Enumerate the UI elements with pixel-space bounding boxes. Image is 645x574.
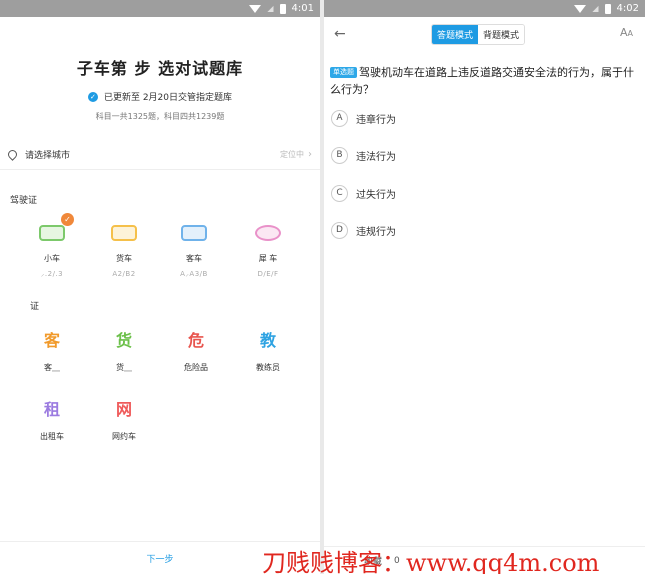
cert-glyph: 危 — [187, 331, 204, 350]
option-d[interactable]: D 违规行为 — [331, 222, 396, 239]
cert-glyph: 客 — [43, 331, 60, 350]
wifi-icon — [249, 4, 262, 13]
update-notice: ✓ 已更新至 2月20日交管指定题库 — [0, 90, 320, 103]
battery-icon — [279, 3, 286, 14]
vehicle-code: A⸝A3/B — [180, 270, 208, 278]
motorcycle-icon — [255, 225, 281, 241]
mode-toggle: 答题模式 背题模式 — [431, 24, 526, 45]
cert-glyph: 教 — [259, 331, 276, 350]
signal-icon: ◢ — [592, 4, 599, 13]
truck-icon — [111, 225, 137, 241]
question-text-block: 单选题 驾驶机动车在道路上违反道路交通安全法的行为，属于什么行为？ — [330, 64, 636, 98]
option-letter: A — [331, 110, 348, 127]
location-status: 定位中 — [280, 150, 304, 159]
cert-freight[interactable]: 货 货⸏ — [94, 330, 154, 373]
option-text: 过失行为 — [356, 190, 396, 201]
status-time: 4:01 — [291, 3, 314, 14]
bus-icon — [181, 225, 207, 241]
option-letter: C — [331, 185, 348, 202]
license-section-label: 驾驶证 — [10, 196, 38, 206]
cert-glyph: 租 — [43, 400, 60, 419]
chevron-right-icon: › — [308, 149, 312, 160]
vehicle-name: 客车 — [186, 254, 202, 263]
vehicle-car[interactable]: ✓ 小车 ⸝.2/.3 — [22, 213, 82, 279]
question-text: 驾驶机动车在道路上违反道路交通安全法的行为，属于什么行为？ — [330, 66, 634, 96]
question-type-badge: 单选题 — [330, 67, 357, 78]
status-time: 4:02 — [616, 3, 639, 14]
check-icon: ✓ — [87, 91, 98, 102]
status-bar: ◢ 4:01 — [0, 0, 320, 17]
vehicle-code: A2/B2 — [112, 270, 136, 278]
vehicle-motorcycle[interactable]: 犀 车 D/E/F — [238, 225, 298, 278]
font-size-icon[interactable]: AA — [620, 26, 633, 39]
selected-check-icon: ✓ — [61, 213, 74, 226]
vehicle-code: D/E/F — [257, 270, 279, 278]
vehicle-name: 小车 — [44, 254, 60, 263]
back-arrow-icon[interactable]: ← — [334, 26, 346, 42]
option-text: 违章行为 — [356, 115, 396, 126]
memorize-mode-tab[interactable]: 背题模式 — [478, 25, 525, 44]
left-screen: ◢ 4:01 子车第 步 选对试题库 ✓ 已更新至 2月20日交管指定题库 科目… — [0, 0, 320, 574]
location-pin-icon — [6, 148, 19, 161]
option-text: 违法行为 — [356, 152, 396, 163]
cert-glyph: 货 — [115, 331, 132, 350]
cert-glyph: 网 — [115, 400, 132, 419]
option-a[interactable]: A 违章行为 — [331, 110, 396, 127]
cert-taxi[interactable]: 租 出租车 — [22, 399, 82, 442]
cert-name: 危险品 — [184, 363, 208, 372]
certificate-section-label: 证 — [30, 302, 40, 312]
cert-passenger[interactable]: 客 客⸏ — [22, 330, 82, 373]
wifi-icon — [574, 4, 587, 13]
vehicle-truck[interactable]: 货车 A2/B2 — [94, 225, 154, 278]
cert-name: 网约车 — [112, 432, 136, 441]
cert-name: 教练员 — [256, 363, 280, 372]
city-label: 请选择城市 — [25, 151, 71, 161]
right-screen: ◢ 4:02 ← 答题模式 背题模式 AA 单选题 驾驶机动车在道路上违反道路交通… — [324, 0, 645, 574]
cert-ride-hailing[interactable]: 网 网约车 — [94, 399, 154, 442]
city-selector[interactable]: 请选择城市 定位中 › — [0, 140, 320, 170]
cert-hazmat[interactable]: 危 危险品 — [166, 330, 226, 373]
vehicle-code: ⸝.2/.3 — [40, 270, 64, 278]
next-step-button[interactable]: 下一步 — [146, 552, 173, 565]
option-b[interactable]: B 违法行为 — [331, 147, 396, 164]
question-toolbar: ← 答题模式 背题模式 AA — [324, 17, 645, 51]
signal-icon: ◢ — [267, 4, 274, 13]
vehicle-name: 货车 — [116, 254, 132, 263]
cert-name: 出租车 — [40, 432, 64, 441]
option-c[interactable]: C 过失行为 — [331, 185, 396, 202]
update-text: 已更新至 2月20日交管指定题库 — [103, 93, 233, 103]
question-counts: 科目一共1325题，科目四共1239题 — [95, 112, 225, 121]
car-icon — [39, 225, 65, 241]
battery-icon — [604, 3, 611, 14]
cert-name: 货⸏ — [116, 363, 132, 372]
page-title: 子车第 步 选对试题库 — [76, 59, 244, 78]
option-letter: B — [331, 147, 348, 164]
vehicle-name: 犀 车 — [258, 254, 278, 263]
vehicle-bus[interactable]: 客车 A⸝A3/B — [164, 225, 224, 279]
option-letter: D — [331, 222, 348, 239]
cert-name: 客⸏ — [44, 363, 60, 372]
answer-mode-tab[interactable]: 答题模式 — [432, 25, 479, 44]
option-text: 违规行为 — [356, 227, 396, 238]
watermark-text: 刀贱贱博客：www.qq4m.com — [262, 549, 600, 574]
status-bar: ◢ 4:02 — [324, 0, 645, 17]
cert-instructor[interactable]: 教 教练员 — [238, 330, 298, 373]
